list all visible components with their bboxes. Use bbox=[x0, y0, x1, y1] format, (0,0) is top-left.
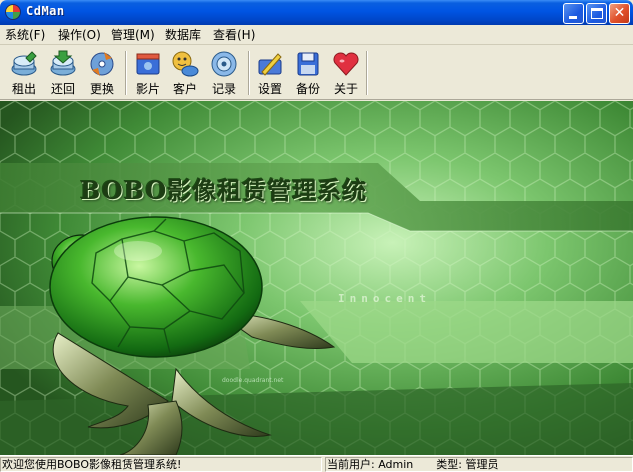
menu-manage[interactable]: 管理(M) bbox=[111, 27, 155, 43]
return-label: 还回 bbox=[50, 82, 75, 96]
record-label: 记录 bbox=[211, 82, 236, 96]
rent-out-button[interactable]: 租出 bbox=[4, 49, 44, 97]
menu-operation[interactable]: 操作(O) bbox=[58, 27, 101, 43]
menu-system[interactable]: 系统(F) bbox=[5, 27, 45, 43]
exchange-button[interactable]: 更换 bbox=[82, 49, 122, 97]
splash-title: BOBO影像租赁管理系统 bbox=[80, 176, 368, 205]
app-icon[interactable] bbox=[5, 4, 21, 20]
window-title: CdMan bbox=[26, 4, 65, 18]
splash-background bbox=[0, 101, 633, 455]
settings-button[interactable]: 设置 bbox=[250, 49, 290, 97]
return-button[interactable]: 还回 bbox=[43, 49, 83, 97]
status-user-value: Admin bbox=[378, 458, 414, 471]
movie-button[interactable]: 影片 bbox=[128, 49, 168, 97]
backup-label: 备份 bbox=[295, 82, 320, 96]
about-label: 关于 bbox=[333, 82, 358, 96]
about-icon bbox=[333, 52, 359, 76]
movie-icon bbox=[136, 53, 160, 75]
rent-out-icon bbox=[11, 51, 37, 76]
backup-button[interactable]: 备份 bbox=[288, 49, 328, 97]
menu-database[interactable]: 数据库 bbox=[165, 27, 201, 43]
settings-label: 设置 bbox=[257, 82, 282, 96]
backup-icon bbox=[297, 52, 319, 76]
splash-credit: doodle.quadrant.net bbox=[222, 377, 284, 384]
title-bar[interactable]: CdMan ✕ bbox=[0, 0, 633, 25]
customer-icon bbox=[172, 51, 199, 77]
about-button[interactable]: 关于 bbox=[326, 49, 366, 97]
movie-label: 影片 bbox=[135, 82, 160, 96]
exchange-icon bbox=[90, 52, 114, 76]
status-type-label: 类型: bbox=[436, 458, 462, 471]
toolbar-separator bbox=[125, 51, 127, 95]
customer-label: 客户 bbox=[172, 82, 197, 96]
toolbar: 租出 还回 更换 影片 客户 记录 设置 备份 关于 bbox=[0, 46, 633, 100]
exchange-label: 更换 bbox=[89, 82, 114, 96]
close-button[interactable]: ✕ bbox=[609, 3, 630, 24]
status-user-pane: 当前用户: Admin 类型: 管理员 bbox=[325, 457, 633, 472]
status-type-value: 管理员 bbox=[465, 458, 499, 471]
record-icon bbox=[211, 51, 237, 77]
settings-icon bbox=[258, 53, 282, 76]
toolbar-separator bbox=[366, 51, 368, 95]
menu-bar: 系统(F) 操作(O) 管理(M) 数据库 查看(H) bbox=[0, 25, 633, 45]
status-welcome: 欢迎您使用BOBO影像租赁管理系统! bbox=[0, 457, 322, 472]
status-user-label: 当前用户: bbox=[327, 458, 375, 471]
customer-button[interactable]: 客户 bbox=[165, 49, 205, 97]
splash-area: BOBO影像租赁管理系统 Innocent doodle.quadrant.ne… bbox=[0, 101, 633, 455]
minimize-button[interactable] bbox=[563, 3, 584, 24]
return-icon bbox=[50, 50, 76, 76]
splash-decor-text: Innocent bbox=[338, 292, 431, 305]
record-button[interactable]: 记录 bbox=[204, 49, 244, 97]
maximize-button[interactable] bbox=[586, 3, 607, 24]
status-bar: 欢迎您使用BOBO影像租赁管理系统! 当前用户: Admin 类型: 管理员 bbox=[0, 455, 633, 472]
app-window: CdMan ✕ 系统(F) 操作(O) 管理(M) 数据库 查看(H) 租出 还… bbox=[0, 0, 633, 472]
minimize-icon bbox=[569, 16, 577, 19]
rent-out-label: 租出 bbox=[11, 82, 36, 96]
close-icon: ✕ bbox=[613, 5, 626, 21]
maximize-icon bbox=[591, 8, 603, 19]
menu-view[interactable]: 查看(H) bbox=[213, 27, 255, 43]
